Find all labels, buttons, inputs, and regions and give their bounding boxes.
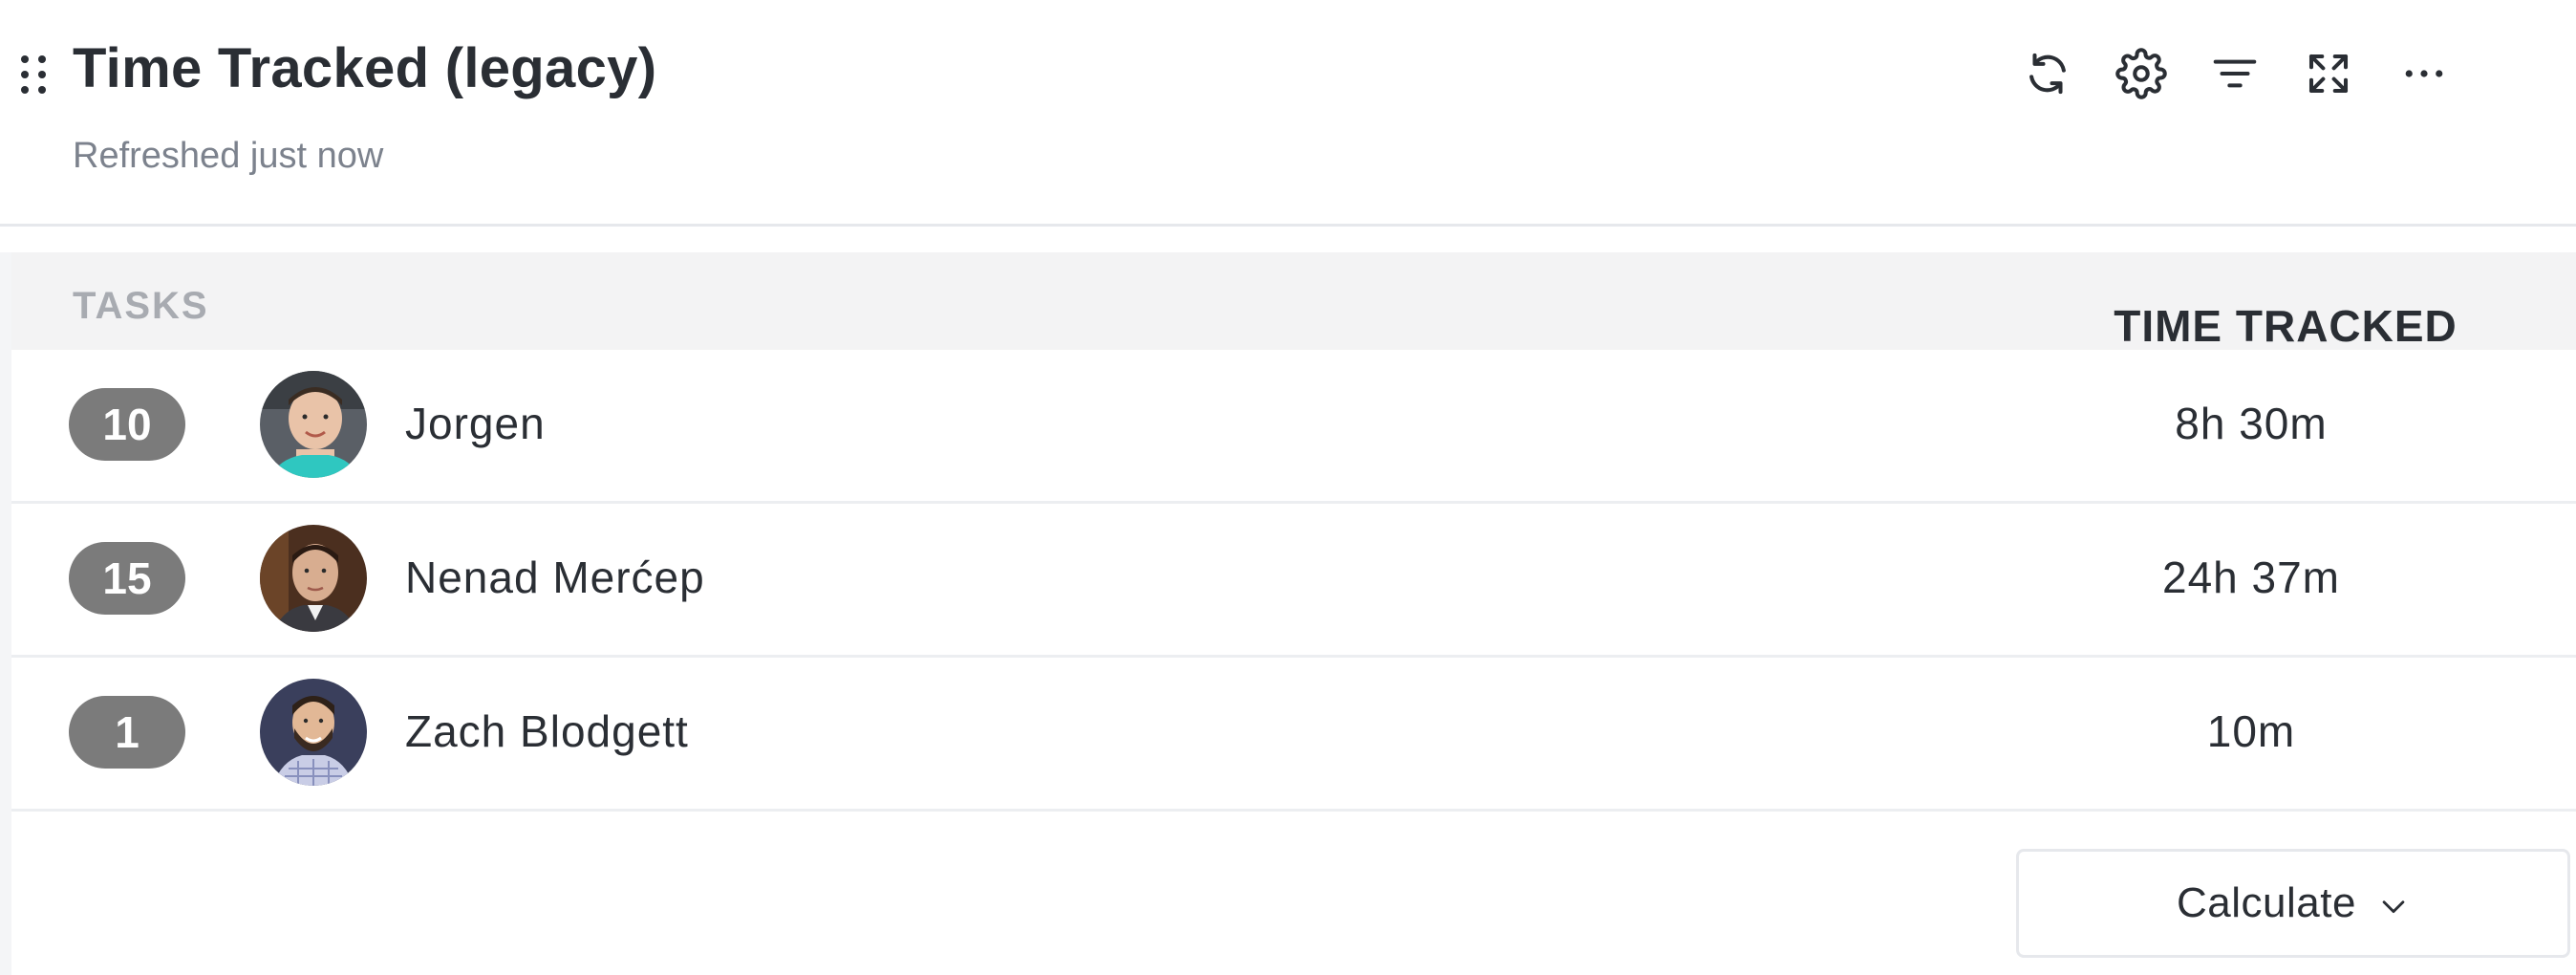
header-divider <box>0 224 2576 227</box>
expand-button[interactable] <box>2301 46 2356 101</box>
task-count-badge: 1 <box>69 696 185 769</box>
gear-icon <box>2115 48 2167 99</box>
widget-title: Time Tracked (legacy) <box>73 37 657 99</box>
left-border <box>0 252 11 975</box>
more-horizontal-icon <box>2405 70 2443 77</box>
column-header-time-tracked[interactable]: TIME TRACKED <box>2114 300 2458 352</box>
expand-icon <box>2308 54 2349 94</box>
user-avatar-icon <box>260 371 367 478</box>
table-row[interactable]: 15 Nenad Merćep 24h 37m <box>11 504 2576 658</box>
time-tracked-table: TASKS TIME TRACKED 10 Jorgen 8h 30m 15 N… <box>11 252 2576 812</box>
more-options-button[interactable] <box>2396 46 2452 101</box>
time-tracked-value: 24h 37m <box>2161 552 2340 602</box>
refresh-icon <box>2029 53 2066 95</box>
avatar[interactable] <box>260 525 367 632</box>
user-avatar-icon <box>260 525 367 632</box>
user-name[interactable]: Jorgen <box>405 398 546 449</box>
chevron-down-icon <box>2382 900 2405 914</box>
avatar[interactable] <box>260 679 367 786</box>
task-count-badge: 10 <box>69 388 185 461</box>
table-row[interactable]: 10 Jorgen 8h 30m <box>11 350 2576 504</box>
widget-toolbar <box>2020 46 2452 101</box>
user-name[interactable]: Nenad Merćep <box>405 552 705 603</box>
avatar[interactable] <box>260 371 367 478</box>
time-tracked-value: 10m <box>2206 706 2296 756</box>
calculate-label: Calculate <box>2177 879 2356 926</box>
task-count-badge: 15 <box>69 542 185 615</box>
filter-icon <box>2213 59 2257 88</box>
table-header: TASKS TIME TRACKED <box>11 252 2576 352</box>
filter-button[interactable] <box>2207 46 2263 101</box>
refresh-status: Refreshed just now <box>73 136 384 176</box>
user-avatar-icon <box>260 679 367 786</box>
time-tracked-widget: Time Tracked (legacy) Refreshed just now <box>0 0 2576 975</box>
column-header-tasks[interactable]: TASKS <box>73 285 209 328</box>
refresh-button[interactable] <box>2020 46 2075 101</box>
table-row[interactable]: 1 Zach Blodgett 10m <box>11 658 2576 812</box>
time-tracked-value: 8h 30m <box>2175 399 2328 448</box>
calculate-dropdown-button[interactable]: Calculate <box>2016 849 2570 958</box>
settings-button[interactable] <box>2114 46 2169 101</box>
drag-handle-icon[interactable] <box>21 55 46 94</box>
user-name[interactable]: Zach Blodgett <box>405 705 689 757</box>
